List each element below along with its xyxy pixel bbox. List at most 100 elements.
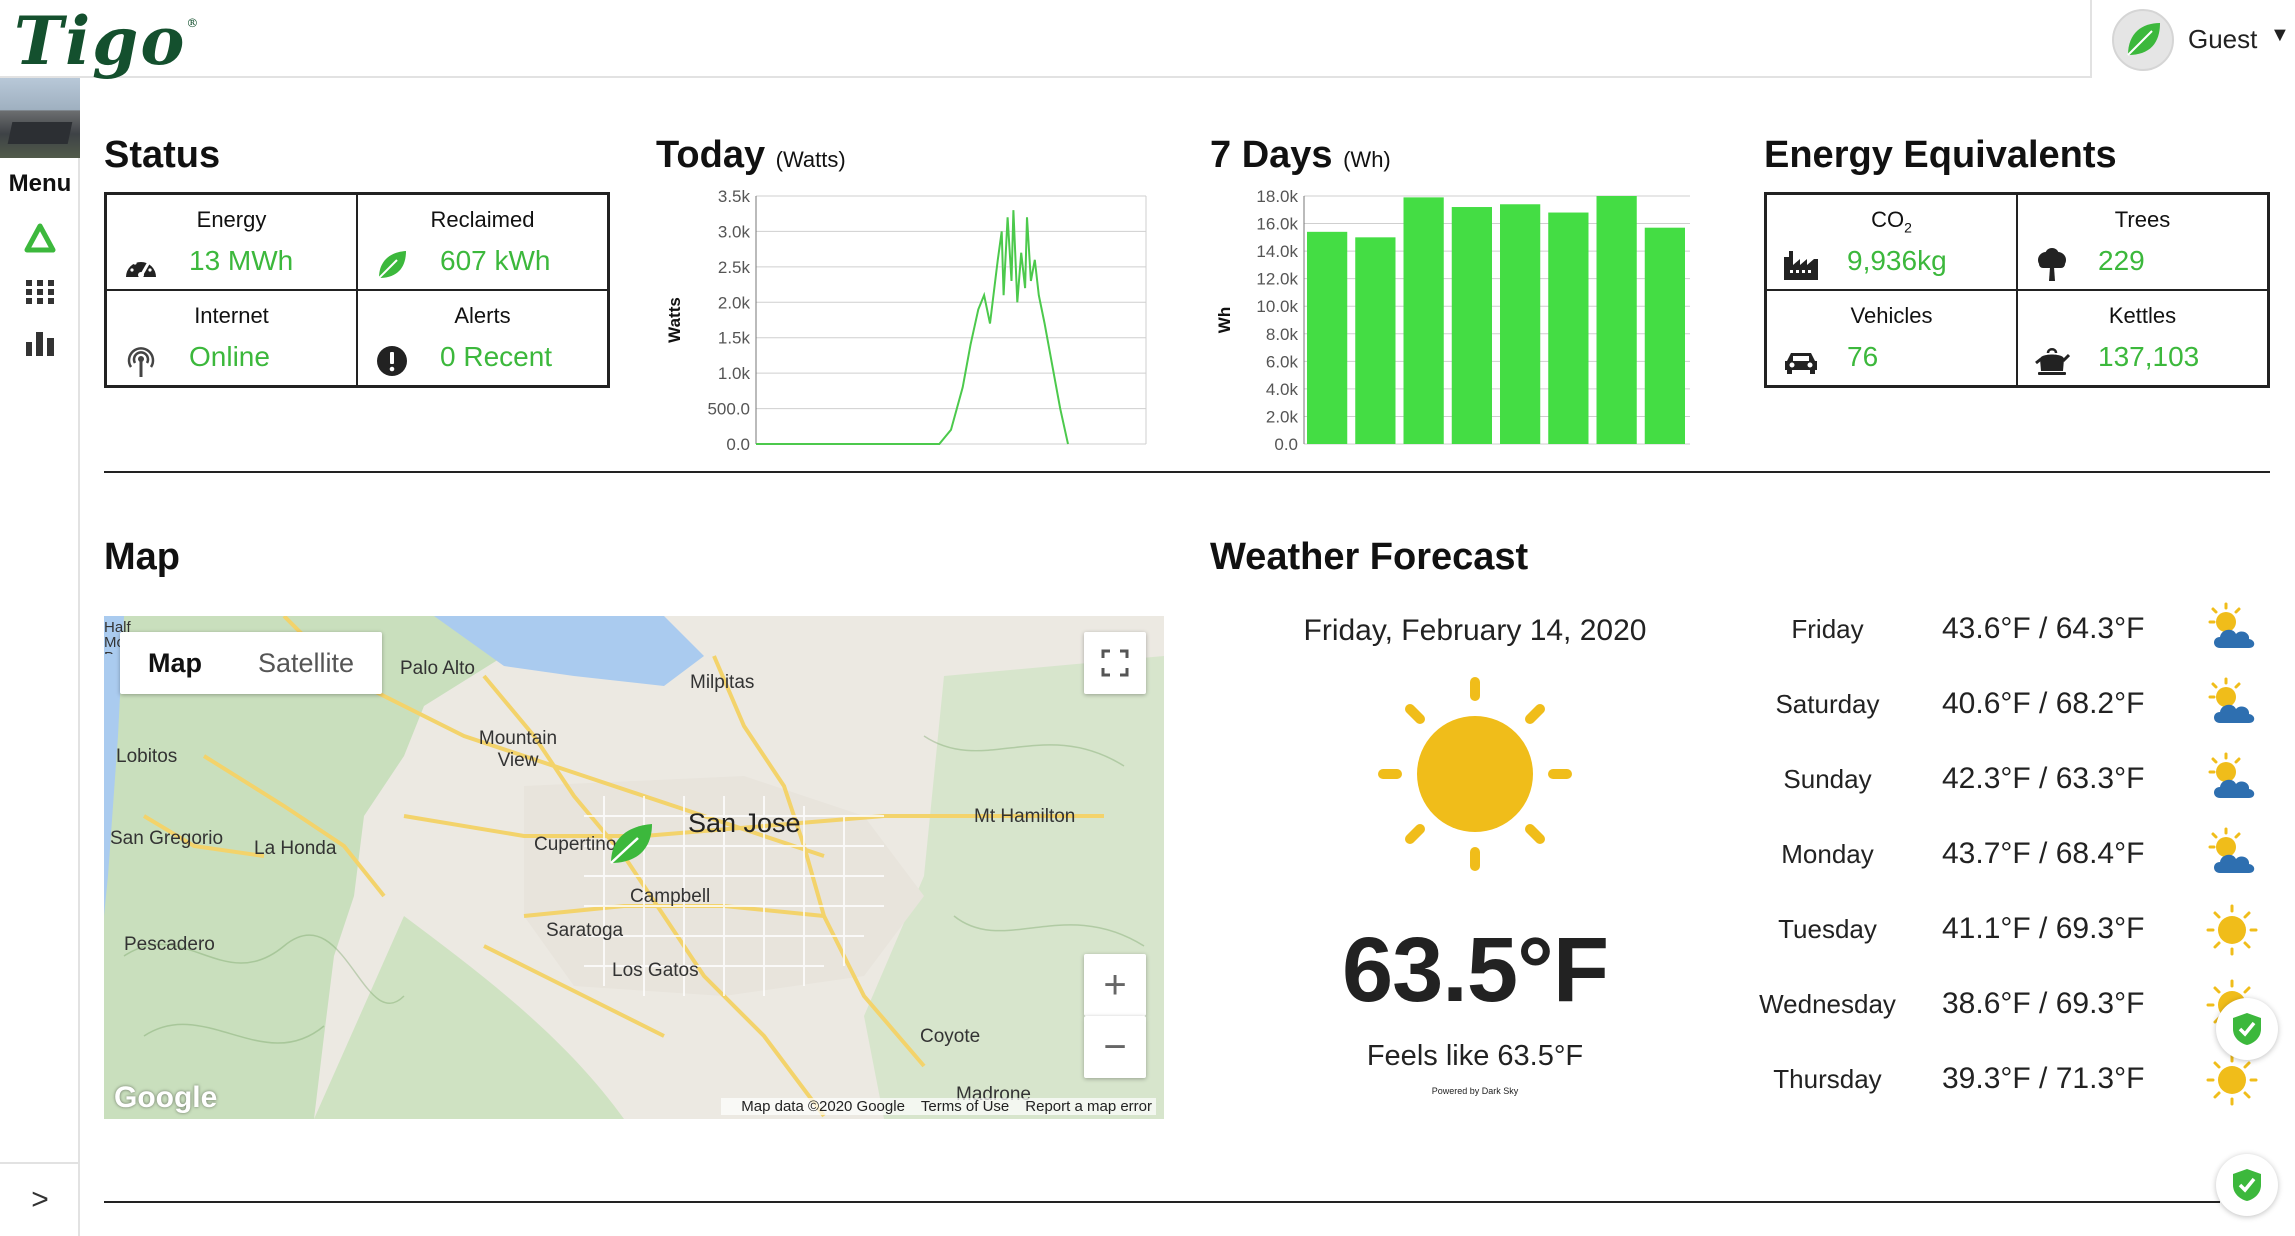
day-bar[interactable] <box>1307 231 1348 444</box>
tab-map[interactable]: Map <box>120 632 230 694</box>
status-cell-alerts[interactable]: Alerts 0 Recent <box>357 290 608 386</box>
tab-satellite[interactable]: Satellite <box>230 632 382 694</box>
today-unit: (Watts) <box>775 147 846 172</box>
map-footer: Map data ©2020 Google Terms of Use Report … <box>721 1098 1156 1115</box>
day-bar[interactable] <box>1451 207 1492 444</box>
reclaimed-value: 607 kWh <box>440 245 551 276</box>
status-label: Energy <box>196 207 267 232</box>
day-bar[interactable] <box>1548 212 1589 444</box>
map-place-label: Cupertino <box>534 834 617 855</box>
map-place-label: La Honda <box>254 838 337 859</box>
eq-cell-kettles: Kettles 137,103 <box>2017 290 2268 386</box>
security-shield-button[interactable] <box>2216 998 2278 1060</box>
y-tick-label: 0.0 <box>726 435 750 454</box>
day-bar[interactable] <box>1596 196 1637 444</box>
report-map-error-link[interactable]: Report a map error <box>1025 1098 1152 1115</box>
vehicles-value: 76 <box>1847 341 1879 372</box>
map-place-label: Mt Hamilton <box>974 806 1076 827</box>
car-icon <box>1783 343 1819 379</box>
shield-check-icon <box>2233 1169 2261 1201</box>
factory-icon <box>1783 247 1819 283</box>
eq-cell-trees: Trees 229 <box>2017 194 2268 290</box>
co2-label: CO2 <box>1871 207 1912 236</box>
site-marker-icon[interactable] <box>606 818 656 868</box>
map-data-attribution: Map data ©2020 Google <box>741 1098 905 1115</box>
fullscreen-button[interactable] <box>1084 632 1146 694</box>
y-tick-label: 3.5k <box>718 187 751 206</box>
y-tick-label: 0.0 <box>1274 435 1298 454</box>
map-place-label: Saratoga <box>546 920 624 941</box>
terms-link[interactable]: Terms of Use <box>921 1098 1009 1115</box>
day-bar[interactable] <box>1500 204 1541 444</box>
user-name: Guest <box>2188 24 2258 54</box>
energy-value: 13 MWh <box>189 245 294 276</box>
shield-check-icon <box>2233 1013 2261 1045</box>
week-chart: 18.0k 16.0k 14.0k 12.0k 10.0k 8.0k 6.0k 4.0k 2.0… <box>1215 187 1690 454</box>
forecast-row: Monday 43.7°F / 68.4°F <box>1740 825 2280 885</box>
map-place-label: Mountain View <box>478 728 558 771</box>
map-title: Map <box>104 536 180 578</box>
map-type-tabs: Map Satellite <box>120 632 383 694</box>
forecast-row: Friday 43.6°F / 64.3°F <box>1740 600 2280 660</box>
forecast-temp: 40.6°F / 68.2°F <box>1942 687 2145 720</box>
antenna-icon <box>123 343 159 379</box>
bar-chart-icon[interactable] <box>22 324 58 360</box>
zoom-in-button[interactable]: + <box>1084 954 1146 1016</box>
leaf-icon <box>374 247 410 283</box>
sidebar-collapse-button[interactable]: > <box>0 1162 80 1236</box>
day-bar[interactable] <box>1644 227 1685 444</box>
grid-icon[interactable] <box>22 274 58 310</box>
day-bar[interactable] <box>1403 197 1444 444</box>
user-menu[interactable]: Guest ▼ <box>2090 0 2295 78</box>
internet-value: Online <box>189 341 270 372</box>
y-tick-label: 1.5k <box>718 329 751 348</box>
forecast-day: Saturday <box>1775 689 1880 719</box>
forecast-row: Saturday 40.6°F / 68.2°F <box>1740 675 2280 735</box>
leaf-avatar-icon <box>2127 23 2160 56</box>
site-photo[interactable] <box>0 78 80 158</box>
map-view[interactable]: Palo Alto Milpitas Mountain View Lobitos… <box>104 616 1164 1119</box>
y-tick-label: 14.0k <box>1256 242 1298 261</box>
status-label: Reclaimed <box>430 207 535 232</box>
forecast-day: Thursday <box>1773 1064 1882 1094</box>
y-tick-label: 2.5k <box>718 258 751 277</box>
forecast-temp: 43.6°F / 64.3°F <box>1942 612 2145 645</box>
y-tick-label: 4.0k <box>1266 380 1299 399</box>
map-place-label: Coyote <box>920 1026 981 1047</box>
weather-date: Friday, February 14, 2020 <box>1303 614 1647 647</box>
status-grid: Energy 13 MWh Reclaimed 607 kWh Internet… <box>104 192 610 388</box>
forecast-temp: 41.1°F / 69.3°F <box>1942 912 2145 945</box>
y-tick-label: 18.0k <box>1256 187 1298 206</box>
tigo-logo[interactable]: Tigo® <box>14 2 200 80</box>
logo-mark: ® <box>186 16 201 30</box>
sun-icon <box>2206 904 2258 956</box>
kettles-value: 137,103 <box>2098 341 2200 372</box>
powered-by-dark-sky[interactable]: Powered by Dark Sky <box>1210 1086 1740 1096</box>
equivalents-title: Energy Equivalents <box>1764 134 2117 176</box>
partly-cloudy-icon <box>2208 602 2255 648</box>
status-label: Alerts <box>454 303 511 328</box>
section-divider <box>104 1201 2220 1203</box>
dashboard-triangle-icon[interactable] <box>22 220 58 256</box>
day-bar[interactable] <box>1355 237 1396 444</box>
map-place-label: Pescadero <box>124 934 215 955</box>
y-tick-label: 3.0k <box>718 222 751 241</box>
forecast-day: Sunday <box>1783 764 1872 794</box>
forecast-day: Wednesday <box>1759 989 1896 1019</box>
y-tick-label: 12.0k <box>1256 270 1298 289</box>
forecast-temp: 43.7°F / 68.4°F <box>1942 837 2145 870</box>
google-logo[interactable]: Google <box>114 1081 217 1115</box>
forecast-row: Thursday 39.3°F / 71.3°F <box>1740 1050 2280 1110</box>
forecast-row: Wednesday 38.6°F / 69.3°F <box>1740 975 2280 1035</box>
top-bar: Tigo® Guest ▼ <box>0 0 2295 80</box>
zoom-out-button[interactable]: − <box>1084 1016 1146 1078</box>
forecast-row: Tuesday 41.1°F / 69.3°F <box>1740 900 2280 960</box>
logo-text: Tigo <box>14 2 187 80</box>
forecast-row: Sunday 42.3°F / 63.3°F <box>1740 750 2280 810</box>
gauge-icon <box>123 247 159 283</box>
forecast-day: Tuesday <box>1778 914 1877 944</box>
user-avatar <box>2112 9 2174 71</box>
alert-icon <box>374 343 410 379</box>
kettle-icon <box>2034 343 2070 379</box>
security-shield-button[interactable] <box>2216 1154 2278 1216</box>
